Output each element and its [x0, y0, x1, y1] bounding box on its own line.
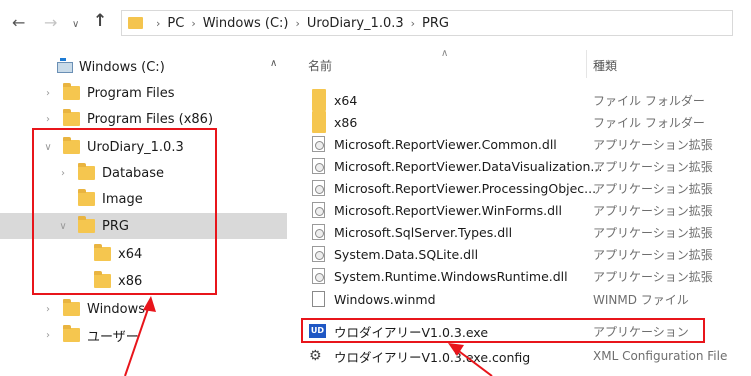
breadcrumb-drive[interactable]: Windows (C:) — [203, 16, 289, 31]
folder-icon — [128, 17, 143, 29]
chevron-right-icon[interactable]: › — [42, 88, 54, 99]
back-button-arrow-left-icon[interactable]: ← — [12, 14, 25, 32]
tree-item-windows[interactable]: › Windows — [0, 296, 287, 322]
file-name: System.Runtime.WindowsRuntime.dll — [334, 268, 568, 284]
tree-item-label: Windows — [87, 301, 146, 317]
file-type: アプリケーション拡張 — [593, 247, 713, 262]
tree-item-label: Program Files (x86) — [87, 111, 214, 127]
column-divider[interactable] — [586, 50, 587, 78]
document-icon — [312, 291, 325, 307]
file-type: ファイル フォルダー — [593, 115, 705, 130]
file-type: アプリケーション拡張 — [593, 225, 713, 240]
tree-item-program-files[interactable]: › Program Files — [0, 80, 287, 106]
file-name: Microsoft.ReportViewer.DataVisualization… — [334, 158, 603, 174]
file-type: XML Configuration File — [593, 349, 728, 363]
file-type: アプリケーション拡張 — [593, 181, 713, 196]
breadcrumb-urodiary[interactable]: UroDiary_1.0.3 — [307, 16, 404, 31]
breadcrumb-separator-icon: › — [410, 16, 416, 30]
folder-icon — [63, 325, 80, 342]
breadcrumb-separator-icon: › — [156, 16, 161, 30]
file-type: アプリケーション拡張 — [593, 137, 713, 152]
file-row-dll[interactable]: Microsoft.ReportViewer.WinForms.dll アプリケ… — [294, 199, 751, 221]
file-name: ウロダイアリーV1.0.3.exe.config — [334, 349, 531, 365]
file-type: WINMD ファイル — [593, 292, 689, 307]
dll-icon — [312, 180, 325, 196]
file-type: アプリケーション拡張 — [593, 203, 713, 218]
file-row-dll[interactable]: Microsoft.ReportViewer.ProcessingObjec..… — [294, 177, 751, 199]
dll-icon — [312, 158, 325, 174]
forward-button-arrow-right-icon[interactable]: → — [44, 14, 57, 32]
column-header-name[interactable]: 名前 — [308, 57, 332, 74]
tree-item-users[interactable]: › ユーザー — [0, 322, 287, 348]
file-name: x86 — [334, 114, 358, 130]
address-bar[interactable]: › PC › Windows (C:) › UroDiary_1.0.3 › P… — [121, 10, 733, 36]
highlight-box-exe-file — [301, 318, 705, 343]
sort-caret-up-icon: ∧ — [441, 48, 449, 59]
file-name: System.Data.SQLite.dll — [334, 246, 479, 262]
file-row-dll[interactable]: System.Runtime.WindowsRuntime.dll アプリケーシ… — [294, 265, 751, 287]
folder-icon — [312, 89, 326, 111]
file-row-dll[interactable]: Microsoft.SqlServer.Types.dll アプリケーション拡張 — [294, 221, 751, 243]
file-type: アプリケーション拡張 — [593, 159, 713, 174]
file-row-dll[interactable]: Microsoft.ReportViewer.DataVisualization… — [294, 155, 751, 177]
file-name: Microsoft.ReportViewer.WinForms.dll — [334, 202, 562, 218]
chevron-right-icon[interactable]: › — [42, 330, 54, 341]
tree-item-label: Windows (C:) — [79, 59, 165, 75]
highlight-box-folder-tree — [32, 128, 217, 295]
dll-icon — [312, 136, 325, 152]
file-name: Microsoft.ReportViewer.ProcessingObjec..… — [334, 180, 597, 196]
dll-icon — [312, 268, 325, 284]
dll-icon — [312, 202, 325, 218]
tree-item-windows-c[interactable]: Windows (C:) — [0, 54, 287, 80]
file-name: Windows.winmd — [334, 291, 436, 307]
drive-icon — [57, 58, 73, 73]
breadcrumb-separator-icon: › — [295, 16, 300, 30]
recent-locations-chevron-down-icon[interactable]: ∨ — [72, 16, 79, 34]
chevron-right-icon[interactable]: › — [42, 114, 54, 125]
folder-icon — [63, 83, 80, 100]
chevron-right-icon[interactable]: › — [42, 304, 54, 315]
tree-item-label: ユーザー — [87, 329, 139, 345]
dll-icon — [312, 246, 325, 262]
file-name: x64 — [334, 92, 358, 108]
file-type: アプリケーション拡張 — [593, 269, 713, 284]
tree-item-label: Program Files — [87, 85, 175, 101]
dll-icon — [312, 224, 325, 240]
file-name: Microsoft.ReportViewer.Common.dll — [334, 136, 557, 152]
folder-icon — [312, 111, 326, 133]
up-button-arrow-up-icon[interactable]: ↑ — [93, 12, 107, 30]
folder-icon — [63, 109, 80, 126]
breadcrumb-pc[interactable]: PC — [167, 16, 184, 31]
file-row-x64[interactable]: x64 ファイル フォルダー — [294, 89, 751, 111]
config-icon: ⚙ — [309, 348, 322, 364]
breadcrumb-separator-icon: › — [191, 16, 196, 30]
file-row-dll[interactable]: Microsoft.ReportViewer.Common.dll アプリケーシ… — [294, 133, 751, 155]
breadcrumb-prg[interactable]: PRG — [422, 16, 449, 31]
file-name: Microsoft.SqlServer.Types.dll — [334, 224, 513, 240]
column-header-type[interactable]: 種類 — [593, 57, 617, 74]
file-row-config[interactable]: ⚙ ウロダイアリーV1.0.3.exe.config XML Configura… — [294, 345, 751, 367]
folder-icon — [63, 299, 80, 316]
navigation-bar: ← → ∨ ↑ › PC › Windows (C:) › UroDiary_1… — [0, 0, 751, 48]
file-row-winmd[interactable]: Windows.winmd WINMD ファイル — [294, 288, 751, 310]
file-row-dll[interactable]: System.Data.SQLite.dll アプリケーション拡張 — [294, 243, 751, 265]
file-type: ファイル フォルダー — [593, 93, 705, 108]
file-row-x86[interactable]: x86 ファイル フォルダー — [294, 111, 751, 133]
